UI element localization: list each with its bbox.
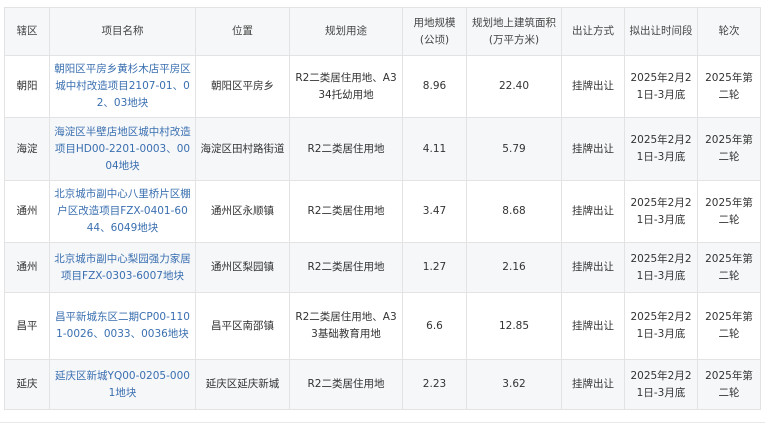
cell-transfer-period: 2025年2月21日-3月底 xyxy=(624,55,698,118)
cell-district: 昌平 xyxy=(4,292,50,360)
cell-round: 2025年第二轮 xyxy=(697,180,761,243)
table-row: 昌平 昌平新城东区二期CP00-1101-0026、0033、0036地块 昌平… xyxy=(4,292,761,360)
cell-planned-use: R2二类居住用地 xyxy=(289,117,403,181)
table-row: 朝阳 朝阳区平房乡黄杉木店平房区城中村改造项目2107-01、02、03地块 朝… xyxy=(4,55,761,118)
cell-planned-use: R2二类居住用地、A33基础教育用地 xyxy=(289,292,403,360)
col-header-transfer-period: 拟出让时间段 xyxy=(624,7,698,56)
col-header-location: 位置 xyxy=(195,7,290,56)
project-name-link[interactable]: 朝阳区平房乡黄杉木店平房区城中村改造项目2107-01、02、03地块 xyxy=(49,55,196,118)
cell-land-area: 8.96 xyxy=(402,55,467,118)
cell-district: 通州 xyxy=(4,180,50,243)
table-header-row: 辖区 项目名称 位置 规划用途 用地规模(公顷) 规划地上建筑面积(万平方米) … xyxy=(4,7,761,56)
col-header-floor-area: 规划地上建筑面积(万平方米) xyxy=(466,7,562,56)
cell-location: 通州区梨园镇 xyxy=(195,242,290,293)
project-name-link[interactable]: 昌平新城东区二期CP00-1101-0026、0033、0036地块 xyxy=(49,292,196,360)
cell-planned-use: R2二类居住用地 xyxy=(289,242,403,293)
project-name-link[interactable]: 海淀区半壁店地区城中村改造项目HD00-2201-0003、0004地块 xyxy=(49,117,196,181)
col-header-transfer-method: 出让方式 xyxy=(561,7,625,56)
cell-floor-area: 5.79 xyxy=(466,117,562,181)
cell-transfer-period: 2025年2月21日-3月底 xyxy=(624,242,698,293)
cell-transfer-method: 挂牌出让 xyxy=(561,242,625,293)
cell-transfer-period: 2025年2月21日-3月底 xyxy=(624,180,698,243)
bottom-divider xyxy=(0,422,765,423)
cell-round: 2025年第二轮 xyxy=(697,242,761,293)
table-row: 通州 北京城市副中心梨园强力家居项目FZX-0303-6007地块 通州区梨园镇… xyxy=(4,242,761,293)
cell-location: 朝阳区平房乡 xyxy=(195,55,290,118)
table-row: 海淀 海淀区半壁店地区城中村改造项目HD00-2201-0003、0004地块 … xyxy=(4,117,761,181)
cell-transfer-method: 挂牌出让 xyxy=(561,180,625,243)
cell-transfer-period: 2025年2月21日-3月底 xyxy=(624,292,698,360)
cell-round: 2025年第二轮 xyxy=(697,292,761,360)
cell-floor-area: 2.16 xyxy=(466,242,562,293)
cell-transfer-method: 挂牌出让 xyxy=(561,292,625,360)
cell-planned-use: R2二类居住用地 xyxy=(289,180,403,243)
cell-transfer-method: 挂牌出让 xyxy=(561,359,625,410)
col-header-round: 轮次 xyxy=(697,7,761,56)
cell-location: 延庆区延庆新城 xyxy=(195,359,290,410)
cell-floor-area: 22.40 xyxy=(466,55,562,118)
cell-district: 通州 xyxy=(4,242,50,293)
land-supply-table: 辖区 项目名称 位置 规划用途 用地规模(公顷) 规划地上建筑面积(万平方米) … xyxy=(4,7,761,410)
cell-district: 海淀 xyxy=(4,117,50,181)
cell-location: 通州区永顺镇 xyxy=(195,180,290,243)
cell-floor-area: 12.85 xyxy=(466,292,562,360)
cell-transfer-period: 2025年2月21日-3月底 xyxy=(624,359,698,410)
cell-land-area: 2.23 xyxy=(402,359,467,410)
project-name-link[interactable]: 北京城市副中心八里桥片区棚户区改造项目FZX-0401-6044、6049地块 xyxy=(49,180,196,243)
table-row: 通州 北京城市副中心八里桥片区棚户区改造项目FZX-0401-6044、6049… xyxy=(4,180,761,243)
cell-land-area: 3.47 xyxy=(402,180,467,243)
cell-district: 朝阳 xyxy=(4,55,50,118)
cell-round: 2025年第二轮 xyxy=(697,359,761,410)
cell-transfer-period: 2025年2月21日-3月底 xyxy=(624,117,698,181)
col-header-district: 辖区 xyxy=(4,7,50,56)
col-header-land-area: 用地规模(公顷) xyxy=(402,7,467,56)
page: 辖区 项目名称 位置 规划用途 用地规模(公顷) 规划地上建筑面积(万平方米) … xyxy=(0,0,765,429)
col-header-project-name: 项目名称 xyxy=(49,7,196,56)
cell-district: 延庆 xyxy=(4,359,50,410)
cell-location: 海淀区田村路街道 xyxy=(195,117,290,181)
cell-location: 昌平区南邵镇 xyxy=(195,292,290,360)
table-row: 延庆 延庆区新城YQ00-0205-0001地块 延庆区延庆新城 R2二类居住用… xyxy=(4,359,761,410)
cell-floor-area: 3.62 xyxy=(466,359,562,410)
cell-round: 2025年第二轮 xyxy=(697,55,761,118)
cell-land-area: 4.11 xyxy=(402,117,467,181)
cell-land-area: 1.27 xyxy=(402,242,467,293)
cell-planned-use: R2二类居住用地 xyxy=(289,359,403,410)
cell-transfer-method: 挂牌出让 xyxy=(561,117,625,181)
col-header-planned-use: 规划用途 xyxy=(289,7,403,56)
cell-land-area: 6.6 xyxy=(402,292,467,360)
cell-transfer-method: 挂牌出让 xyxy=(561,55,625,118)
project-name-link[interactable]: 北京城市副中心梨园强力家居项目FZX-0303-6007地块 xyxy=(49,242,196,293)
cell-round: 2025年第二轮 xyxy=(697,117,761,181)
project-name-link[interactable]: 延庆区新城YQ00-0205-0001地块 xyxy=(49,359,196,410)
cell-floor-area: 8.68 xyxy=(466,180,562,243)
cell-planned-use: R2二类居住用地、A334托幼用地 xyxy=(289,55,403,118)
